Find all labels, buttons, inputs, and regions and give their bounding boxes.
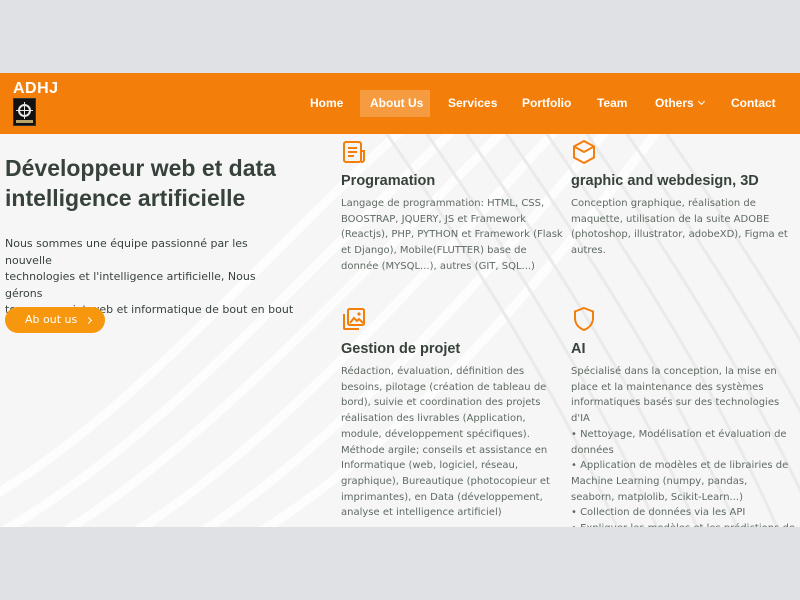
service-line: Langage de programmation: HTML, CSS, [341,198,545,209]
service-line: • Nettoyage, Modélisation et évaluation … [571,428,787,440]
service-line: Spécialisé dans la conception, la mise e… [571,366,777,377]
outer-bottom-margin [0,527,800,600]
service-line: Méthode argile; conseils et assistance e… [341,444,548,456]
hero-title-line-1: Développeur web et data [5,155,276,181]
service-line: imprimantes), en Data (développement, [341,491,543,503]
images-icon [343,308,365,330]
service-line: (Reactjs), PHP, PYTHON et Framework (Fla… [341,229,563,241]
service-line: graphique), Bureautique (photocopieur et [341,475,550,487]
chevron-right-icon [84,316,93,325]
cube-icon [573,139,595,165]
service-line: Informatique (web, logiciel, réseau, [341,460,519,472]
service-desc-programation: Langage de programmation: HTML, CSS, BOO… [341,196,566,275]
nav-services[interactable]: Services [448,90,497,117]
hero-title-line-2: intelligence artificielle [5,185,246,211]
hero-desc-line-2: technologies et l'intelligence artificie… [5,270,256,300]
service-line: Machine Learning (numpy, pandas, [571,475,748,487]
nav-home[interactable]: Home [310,90,343,117]
service-desc-gestion-de-projet: Rédaction, évaluation, définition des be… [341,364,566,521]
service-title-programation: Programation [341,173,436,189]
chevron-down-icon [697,97,705,106]
service-line: Conception graphique, réalisation de [571,198,756,209]
service-line: réalisation des livrables (Application, [341,413,526,425]
brand-name[interactable]: ADHJ [13,80,59,98]
service-line: d'IA [571,413,590,425]
service-line: autres. [571,245,606,257]
service-line: • Application de modèles et de librairie… [571,460,789,472]
nav-others-dropdown[interactable]: Others [655,90,705,117]
service-title-gestion-de-projet: Gestion de projet [341,341,461,357]
service-line: analyse et intelligence artificiel) [341,507,502,519]
service-line: BOOSTRAP, JQUERY, JS et Framework [341,213,526,225]
outer-top-margin [0,0,800,73]
nav-portfolio[interactable]: Portfolio [522,90,571,117]
shield-icon [574,306,594,332]
hero-title: Développeur web et data intelligence art… [5,153,325,213]
service-line: Rédaction, évaluation, définition des [341,366,525,377]
service-line: besoins, pilotage (création de tableau d… [341,381,547,393]
service-line: et Django), Mobile(FLUTTER) base de [341,245,527,257]
nav-about-us[interactable]: About Us [360,90,430,117]
hero-desc-line-1: Nous sommes une équipe passionné par les… [5,237,248,267]
nav-others-label: Others [655,96,694,110]
nav-contact[interactable]: Contact [731,90,776,117]
document-icon [343,141,365,163]
nav-team[interactable]: Team [597,90,627,117]
brand-logo-icon[interactable] [13,98,36,126]
service-line: • Collection de données via les API [571,507,746,519]
service-line: données [571,444,614,456]
service-line: seaborn, matplolib, Scikit-Learn...) [571,491,743,503]
service-line: bord), suivie et coordination des projet… [341,397,541,409]
service-line: (photoshop, illustrator, adobeXD), Figma… [571,229,788,241]
service-desc-graphic: Conception graphique, réalisation de maq… [571,196,796,259]
about-us-button-label: Ab out us [25,313,78,326]
service-title-graphic: graphic and webdesign, 3D [571,173,759,189]
service-line: module, développement spécifiques). [341,428,530,440]
service-title-ai: AI [571,341,586,357]
about-us-button[interactable]: Ab out us [5,307,105,333]
service-desc-ai: Spécialisé dans la conception, la mise e… [571,364,800,537]
service-line: maquette, utilisation de la suite ADOBE [571,213,770,225]
service-line: donnée (MYSQL...), autres (GIT, SQL...) [341,260,535,272]
service-line: place et la maintenance des systèmes [571,381,764,393]
service-line: informatiques basés sur des technologies [571,397,780,409]
